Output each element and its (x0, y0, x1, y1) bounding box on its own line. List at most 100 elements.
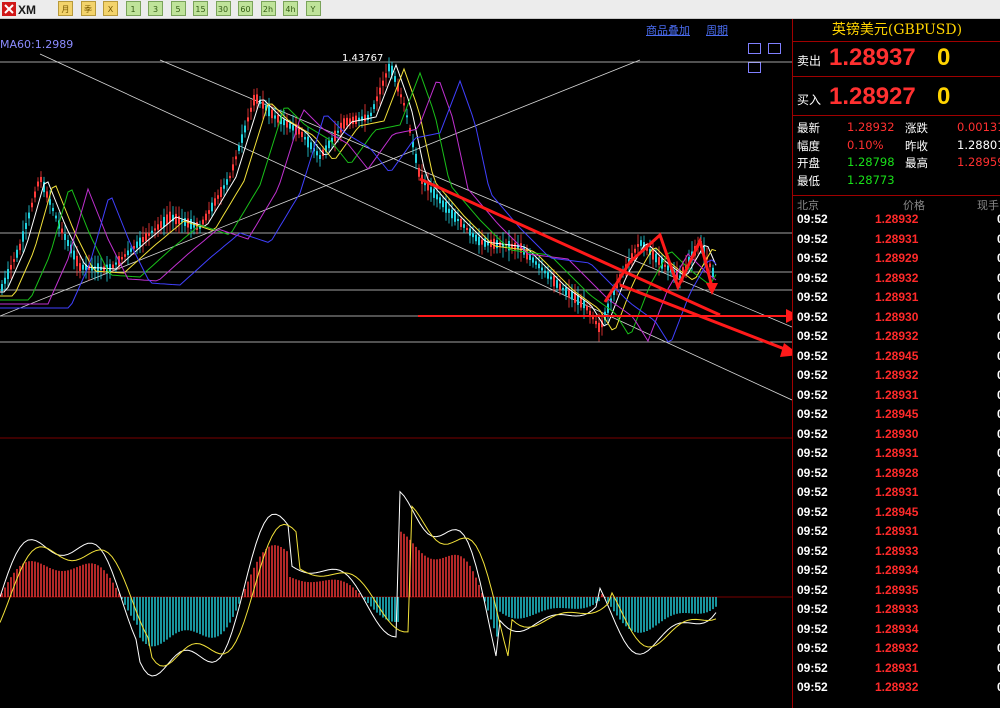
tick-time: 09:52 (797, 348, 828, 363)
candle-body (310, 142, 312, 150)
period-button[interactable]: 1 (125, 1, 141, 16)
candle-body (64, 234, 66, 240)
tick-row: 09:521.289300 (793, 427, 1000, 447)
candle-body (469, 228, 471, 236)
price-chart[interactable] (0, 37, 792, 708)
stat-label: 昨收 (905, 138, 928, 153)
tick-price: 1.28931 (875, 524, 919, 538)
sell-label: 卖出 (797, 54, 822, 68)
period-button[interactable]: 4h (283, 1, 298, 16)
candle-body (655, 253, 657, 263)
candle-body (49, 199, 51, 205)
period-button[interactable]: 60 (238, 1, 253, 16)
candle-body (307, 136, 309, 148)
candle-body (541, 267, 543, 271)
candle-body (241, 134, 243, 143)
candle-body (112, 264, 114, 269)
candle-body (292, 125, 294, 131)
tick-row: 09:521.289450 (793, 407, 1000, 427)
period-button[interactable]: 月 (58, 1, 73, 16)
candle-body (154, 228, 156, 231)
tick-price: 1.28945 (875, 407, 919, 421)
candle-body (133, 246, 135, 249)
period-button[interactable]: 15 (193, 1, 208, 16)
candle-body (13, 259, 15, 262)
stat-label: 最高 (905, 156, 928, 170)
tick-price: 1.28931 (875, 485, 919, 499)
period-button[interactable]: X (103, 1, 118, 16)
candle-body (52, 207, 54, 212)
candle-body (586, 306, 588, 311)
tick-row: 09:521.289350 (793, 583, 1000, 603)
candle-body (163, 216, 165, 228)
trend-line-down (39, 53, 792, 401)
tick-price: 1.28935 (875, 582, 919, 597)
tick-price: 1.28933 (875, 543, 919, 558)
tick-row: 09:521.289310 (793, 290, 1000, 310)
overlay-link[interactable]: 商品叠加 (646, 22, 690, 38)
tick-price: 1.28931 (875, 231, 919, 246)
candle-body (658, 257, 660, 265)
candle-body (457, 218, 459, 222)
candle-body (439, 197, 441, 204)
candle-body (256, 94, 258, 104)
candle-body (355, 115, 357, 124)
candle-body (535, 261, 537, 265)
candle-body (283, 119, 285, 126)
annotation-arrow-line (619, 283, 792, 354)
tick-price: 1.28930 (875, 426, 919, 441)
tick-price: 1.28929 (875, 251, 919, 265)
period-button[interactable]: 30 (215, 1, 231, 16)
stat-label: 最新 (797, 121, 820, 135)
candle-body (379, 87, 381, 95)
ticks-header: 北京 价格 现手 (793, 195, 1000, 212)
candle-body (445, 201, 447, 213)
period-button[interactable]: 5 (170, 1, 186, 16)
candle-body (121, 256, 123, 260)
candle-body (166, 214, 168, 225)
candle-body (511, 244, 513, 248)
candle-body (37, 181, 39, 187)
tick-row: 09:521.289330 (793, 544, 1000, 564)
stat-value: 0.00131 (957, 120, 1000, 134)
candle-body (562, 287, 564, 291)
candle-body (454, 212, 456, 222)
candle-body (136, 241, 138, 248)
period-button[interactable]: 3 (148, 1, 163, 16)
tick-time: 09:52 (797, 290, 828, 304)
tick-time: 09:52 (797, 231, 828, 246)
candle-body (328, 140, 330, 149)
candle-body (352, 116, 354, 125)
candle-body (220, 186, 222, 198)
candle-body (61, 228, 63, 234)
candle-body (394, 76, 396, 82)
tick-time: 09:52 (797, 465, 828, 480)
candle-body (244, 125, 246, 133)
stat-value: 1.28932 (847, 120, 895, 134)
candle-body (550, 276, 552, 280)
candle-body (76, 255, 78, 267)
candle-body (289, 123, 291, 129)
period-link[interactable]: 周期 (706, 22, 728, 38)
quote-panel: 英镑美元(GBPUSD) 卖出 1.28937 0 买入 1.28927 0 最… (792, 19, 1000, 708)
tick-row: 09:521.289310 (793, 388, 1000, 408)
candle-body (247, 117, 249, 122)
period-button[interactable]: 2h (260, 1, 276, 16)
sell-row[interactable]: 卖出 1.28937 0 (793, 42, 1000, 77)
candle-body (376, 96, 378, 102)
period-button[interactable]: 季 (80, 1, 96, 16)
candle-body (169, 211, 171, 223)
tick-row: 09:521.289320 (793, 641, 1000, 661)
candle-body (130, 248, 132, 252)
candle-body (583, 300, 585, 309)
candle-body (304, 137, 306, 140)
tick-row: 09:521.289320 (793, 329, 1000, 349)
candle-body (406, 115, 408, 118)
candle-body (226, 179, 228, 185)
candle-body (235, 156, 237, 160)
tick-row: 09:521.289330 (793, 602, 1000, 622)
buy-row[interactable]: 买入 1.28927 0 (793, 81, 1000, 116)
period-button[interactable]: Y (305, 1, 321, 16)
candle-body (634, 248, 636, 253)
candle-body (28, 212, 30, 219)
